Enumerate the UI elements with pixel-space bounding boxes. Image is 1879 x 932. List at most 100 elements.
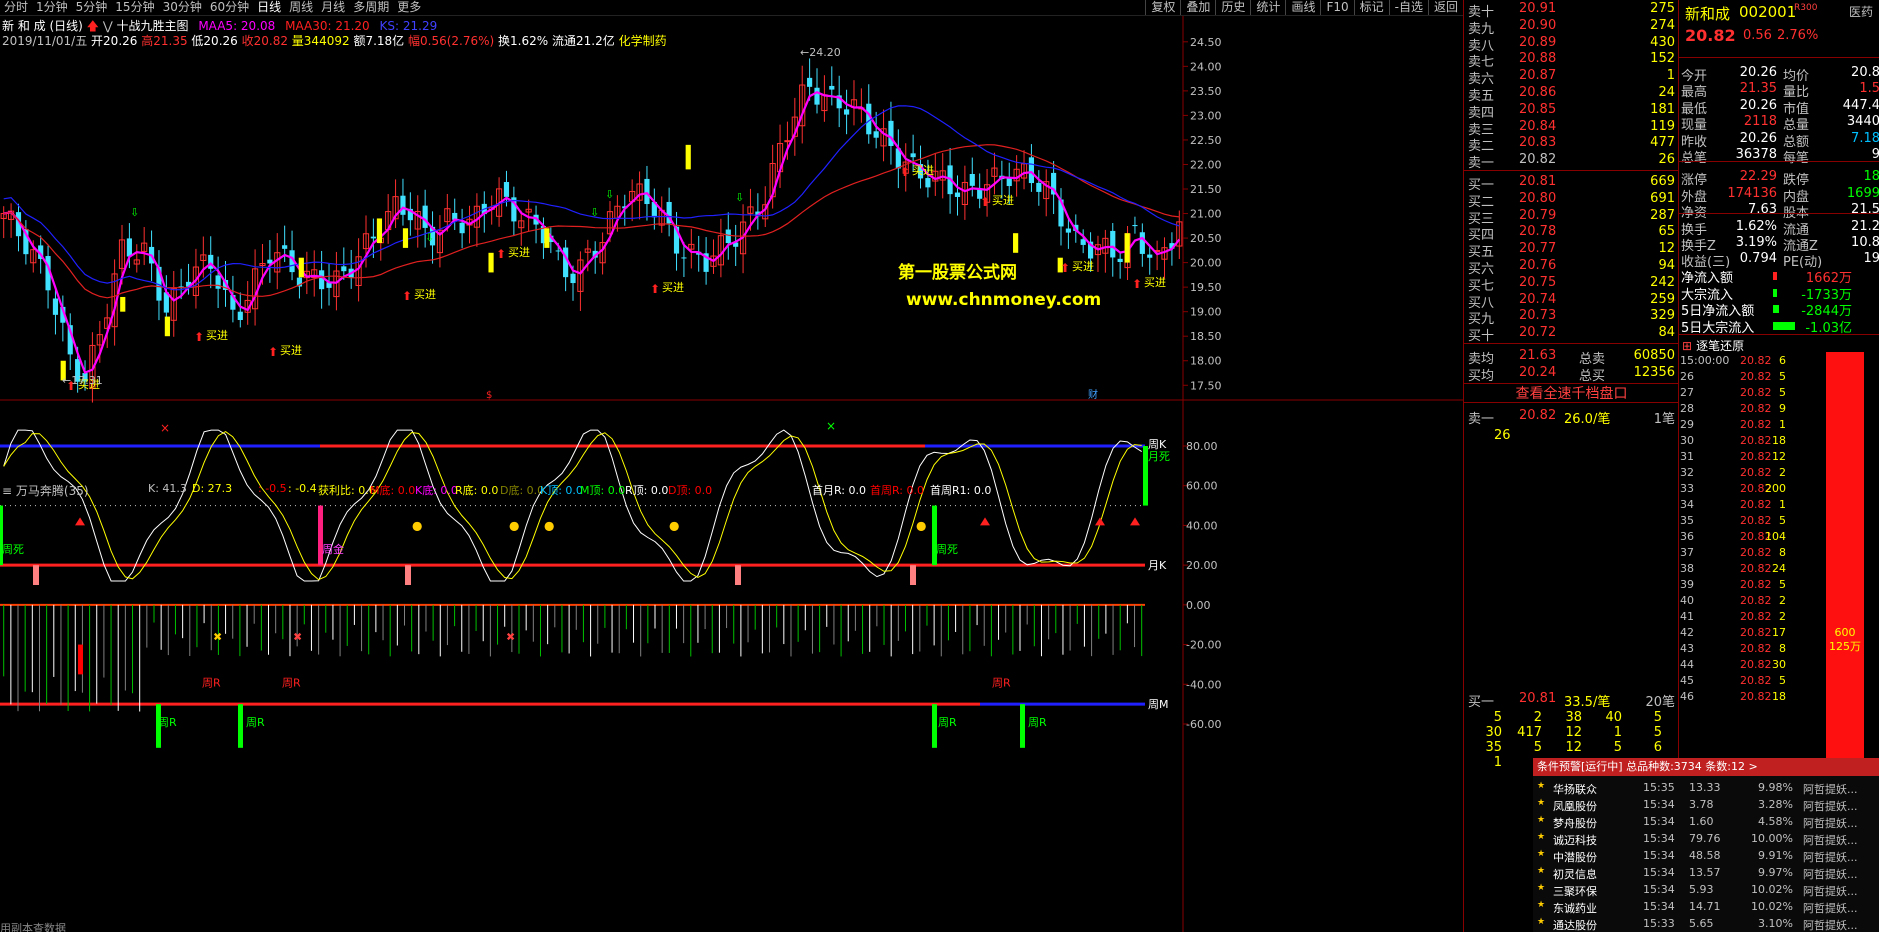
alert-row[interactable]: ★ 凤凰股份 15:34 3.78 3.28% 阿哲提妖... bbox=[1533, 797, 1879, 814]
week-r-label: 周R bbox=[282, 676, 301, 689]
candle-body[interactable] bbox=[644, 178, 650, 205]
candle-body[interactable] bbox=[1139, 232, 1145, 254]
candle-body[interactable] bbox=[1132, 225, 1138, 227]
pink-block bbox=[405, 565, 411, 585]
level-volume: 275 bbox=[1650, 1, 1675, 16]
period-tab-0[interactable]: 分时 bbox=[0, 0, 32, 15]
candle-body[interactable] bbox=[1028, 157, 1035, 184]
sector-tag[interactable]: 医药 bbox=[1849, 3, 1873, 20]
ind-axis-label: 80.00 bbox=[1186, 440, 1218, 453]
level-volume: 242 bbox=[1650, 274, 1675, 290]
candle-body[interactable] bbox=[888, 120, 894, 147]
buy-queue-cell: 5 bbox=[1613, 740, 1622, 755]
tool-button-4[interactable]: 画线 bbox=[1285, 0, 1320, 15]
period-tab-4[interactable]: 30分钟 bbox=[159, 0, 206, 15]
price-axis-label: 20.50 bbox=[1190, 232, 1222, 245]
candle-body[interactable] bbox=[422, 205, 428, 228]
orderbook-row[interactable]: 卖一 20.82 26 bbox=[1464, 151, 1679, 171]
alert-row[interactable]: ★ 中潜股份 15:34 48.58 9.91% 阿哲提妖... bbox=[1533, 848, 1879, 865]
avg-label: 买均 bbox=[1468, 369, 1495, 384]
tick-price: 20.82 bbox=[1740, 610, 1772, 623]
period-tab-1[interactable]: 1分钟 bbox=[32, 0, 72, 15]
alert-pct: 3.10% bbox=[1758, 917, 1793, 930]
level-price: 20.84 bbox=[1519, 118, 1557, 134]
candle-body[interactable] bbox=[237, 311, 243, 321]
volume-label: 量344092 bbox=[291, 34, 350, 48]
tick-volume: 5 bbox=[1779, 386, 1786, 399]
candle-body[interactable] bbox=[1065, 228, 1071, 233]
period-tab-7[interactable]: 周线 bbox=[285, 0, 317, 15]
alert-header[interactable]: 条件预警[运行中] 总品种数:3734 条数:12 > bbox=[1533, 758, 1879, 776]
alert-row[interactable]: ★ 通达股份 15:33 5.65 3.10% 阿哲提妖... bbox=[1533, 916, 1879, 932]
candle-body[interactable] bbox=[784, 140, 791, 143]
warning-triangle-icon bbox=[1095, 517, 1105, 526]
signal-bar bbox=[1124, 233, 1130, 263]
alert-row[interactable]: ★ 华扬联众 15:35 13.33 9.98% 阿哲提妖... bbox=[1533, 780, 1879, 797]
candle-body[interactable] bbox=[1117, 258, 1123, 262]
tool-button-3[interactable]: 统计 bbox=[1250, 0, 1285, 15]
ma5-label: MAA5: 20.08 bbox=[198, 19, 276, 33]
alert-row[interactable]: ★ 初灵信息 15:34 13.57 9.97% 阿哲提妖... bbox=[1533, 865, 1879, 882]
period-tab-5[interactable]: 60分钟 bbox=[206, 0, 253, 15]
candle-body[interactable] bbox=[52, 298, 59, 315]
candle-body[interactable] bbox=[1110, 230, 1116, 258]
alert-row[interactable]: ★ 东诚药业 15:34 14.71 10.02% 阿哲提妖... bbox=[1533, 899, 1879, 916]
tool-button-1[interactable]: 叠加 bbox=[1180, 0, 1215, 15]
tool-button-5[interactable]: F10 bbox=[1320, 0, 1353, 15]
candle-body[interactable] bbox=[681, 257, 687, 259]
tool-button-7[interactable]: -自选 bbox=[1388, 0, 1428, 15]
candle-body[interactable] bbox=[555, 250, 561, 252]
sell1-label: 卖一 bbox=[1468, 412, 1495, 427]
alert-row[interactable]: ★ 诚迈科技 15:34 79.76 10.00% 阿哲提妖... bbox=[1533, 831, 1879, 848]
indicator-menu-icon[interactable]: ≡ bbox=[2, 484, 12, 498]
candle-body[interactable] bbox=[126, 238, 132, 257]
period-tab-3[interactable]: 15分钟 bbox=[111, 0, 158, 15]
alert-row[interactable]: ★ 三聚环保 15:34 5.93 10.02% 阿哲提妖... bbox=[1533, 882, 1879, 899]
candle-body[interactable] bbox=[400, 195, 406, 215]
candle-body[interactable] bbox=[925, 178, 931, 188]
period-tab-8[interactable]: 月线 bbox=[317, 0, 349, 15]
candle-body[interactable] bbox=[370, 236, 376, 239]
watermark-url: www.chnmoney.com bbox=[906, 290, 1102, 310]
tick-row: 45 20.82 5 bbox=[1680, 674, 1786, 690]
candle-body[interactable] bbox=[570, 273, 576, 284]
tool-button-6[interactable]: 标记 bbox=[1353, 0, 1389, 15]
candle-body[interactable] bbox=[215, 275, 221, 289]
candle-body[interactable] bbox=[1147, 254, 1153, 258]
tick-price: 20.82 bbox=[1740, 690, 1772, 703]
alert-rule: 阿哲提妖... bbox=[1803, 885, 1858, 898]
buy-arrow-icon: ⬆ bbox=[980, 195, 990, 209]
alert-rule: 阿哲提妖... bbox=[1803, 919, 1858, 932]
candlestick-chart[interactable]: 24.50 24.00 23.50 23.00 22.50 22.00 21.50 21.00… bbox=[0, 16, 1463, 932]
candle-body[interactable] bbox=[807, 77, 813, 87]
alert-stock-name: 中潜股份 bbox=[1553, 851, 1597, 864]
orderbook-row[interactable]: 买十 20.72 84 bbox=[1464, 324, 1679, 344]
tool-button-2[interactable]: 历史 bbox=[1215, 0, 1250, 15]
view-depth-button[interactable]: 查看全速千档盘口 bbox=[1464, 383, 1679, 403]
candle-body[interactable] bbox=[503, 182, 510, 197]
candle-body[interactable] bbox=[459, 222, 465, 234]
candle-body[interactable] bbox=[341, 266, 347, 272]
period-tab-10[interactable]: 更多 bbox=[393, 0, 425, 15]
candle-body[interactable] bbox=[873, 131, 879, 138]
candle-body[interactable] bbox=[969, 174, 975, 186]
dropdown-icon[interactable]: ⋁ bbox=[103, 19, 113, 33]
candle-body[interactable] bbox=[1036, 182, 1042, 192]
period-tab-2[interactable]: 5分钟 bbox=[72, 0, 112, 15]
candle-body[interactable] bbox=[829, 85, 835, 90]
indicator-name[interactable]: 十战九胜主图 bbox=[116, 19, 188, 33]
candle-body[interactable] bbox=[910, 153, 916, 158]
candle-body[interactable] bbox=[282, 245, 288, 249]
candle-body[interactable] bbox=[814, 87, 820, 105]
tool-button-8[interactable]: 返回 bbox=[1427, 0, 1463, 15]
candle-body[interactable] bbox=[1080, 239, 1086, 245]
candle-body[interactable] bbox=[319, 270, 325, 290]
period-tab-6[interactable]: 日线 bbox=[253, 0, 285, 15]
tool-button-0[interactable]: 复权 bbox=[1145, 0, 1180, 15]
alert-row[interactable]: ★ 梦舟股份 15:34 1.60 4.58% 阿哲提妖... bbox=[1533, 814, 1879, 831]
candle-body[interactable] bbox=[843, 109, 850, 115]
indicator-title[interactable]: 万马奔腾(35) bbox=[16, 484, 89, 498]
period-tab-9[interactable]: 多周期 bbox=[349, 0, 393, 15]
candle-body[interactable] bbox=[954, 192, 961, 197]
candle-body[interactable] bbox=[725, 229, 731, 244]
